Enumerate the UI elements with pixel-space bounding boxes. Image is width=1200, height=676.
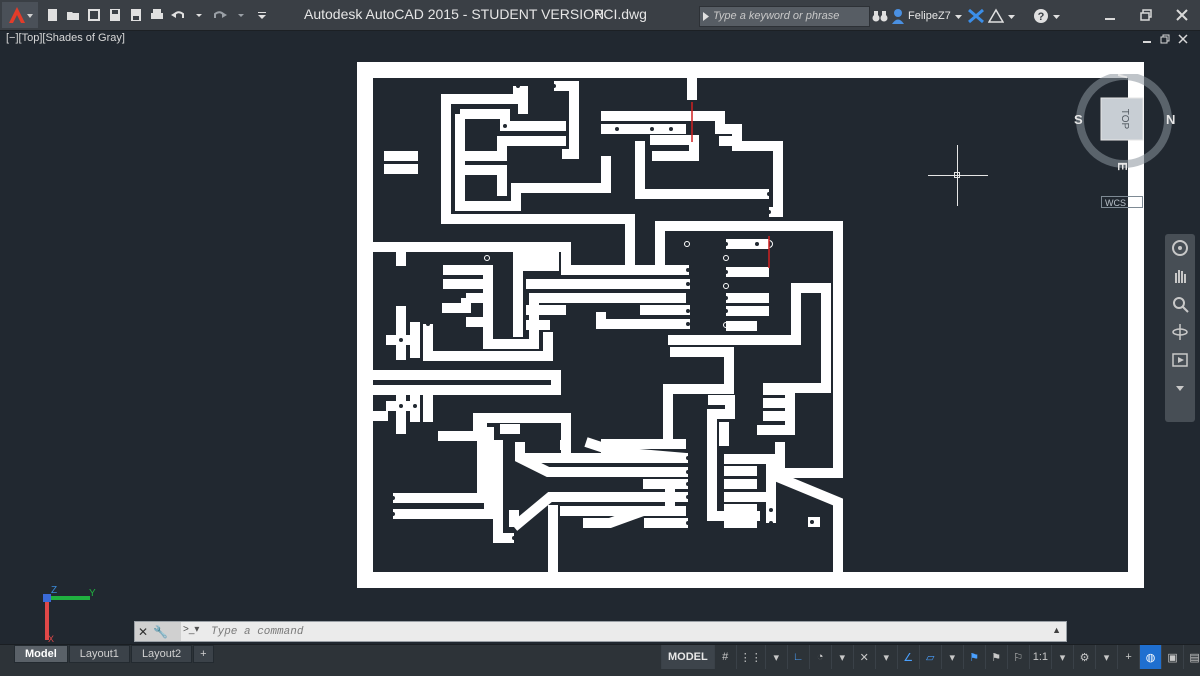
customize-command-icon[interactable]: 🔧 bbox=[153, 625, 168, 639]
status-toggles: MODEL # ⋮⋮ ▾ ∟ ◔ ▾ ✕ ▾ ∠ ▱ ▾ ⚑ ⚑ ⚐ 1:1 ▾… bbox=[661, 645, 1200, 669]
annotation-visibility-icon[interactable]: ⚑ bbox=[962, 645, 985, 669]
svg-text:X: X bbox=[48, 634, 54, 644]
wcs-menu[interactable]: WCS bbox=[1101, 196, 1143, 208]
object-snap-tracking-icon[interactable]: ∠ bbox=[896, 645, 919, 669]
add-scale-icon[interactable]: + bbox=[1117, 645, 1139, 669]
showmotion-icon[interactable] bbox=[1165, 346, 1195, 374]
zoom-extents-icon[interactable] bbox=[1165, 290, 1195, 318]
hardware-acceleration-icon[interactable]: ◍ bbox=[1139, 645, 1162, 669]
polar-dropdown-icon[interactable]: ▾ bbox=[830, 645, 853, 669]
compass-south-label[interactable]: S bbox=[1074, 112, 1083, 127]
tab-model[interactable]: Model bbox=[14, 645, 68, 663]
isodraft-icon[interactable]: ✕ bbox=[852, 645, 875, 669]
isodraft-dropdown-icon[interactable]: ▾ bbox=[874, 645, 897, 669]
model-space-button[interactable]: MODEL bbox=[661, 645, 714, 669]
annotation-scale-icon[interactable]: ⚐ bbox=[1006, 645, 1029, 669]
isolate-objects-icon[interactable]: ▣ bbox=[1161, 645, 1183, 669]
viewcube[interactable]: TOP S N E W bbox=[1068, 74, 1180, 186]
snap-icon[interactable]: ⋮⋮ bbox=[735, 645, 765, 669]
svg-text:Z: Z bbox=[51, 585, 57, 596]
grid-icon[interactable]: # bbox=[713, 645, 736, 669]
cursor-pickbox bbox=[954, 172, 960, 178]
svg-text:Y: Y bbox=[89, 588, 96, 599]
pan-icon[interactable] bbox=[1165, 262, 1195, 290]
pcb-traces bbox=[373, 78, 843, 572]
workspace-gear-icon[interactable]: ⚙ bbox=[1073, 645, 1095, 669]
layout-tabs: Model Layout1 Layout2 + bbox=[14, 645, 215, 663]
steering-wheel-icon[interactable] bbox=[1165, 234, 1195, 262]
status-bar: Model Layout1 Layout2 + MODEL # ⋮⋮ ▾ ∟ ◔… bbox=[0, 644, 1200, 676]
ucs-icon: Z Y X bbox=[43, 585, 96, 644]
add-layout-tab[interactable]: + bbox=[193, 645, 214, 663]
command-line-handle: ✕ 🔧 bbox=[135, 622, 181, 641]
object-snap-icon[interactable]: ▱ bbox=[918, 645, 941, 669]
navigation-bar bbox=[1165, 234, 1195, 422]
auto-scale-icon[interactable]: ⚑ bbox=[984, 645, 1007, 669]
viewcube-face-label: TOP bbox=[1119, 109, 1130, 130]
command-input[interactable] bbox=[211, 624, 1031, 639]
workspace-dropdown-icon[interactable]: ▾ bbox=[1095, 645, 1117, 669]
command-line: ✕ 🔧 >_▾ ▲ bbox=[134, 621, 1067, 642]
compass-west-label[interactable]: W bbox=[1115, 74, 1130, 79]
snap-dropdown-icon[interactable]: ▾ bbox=[764, 645, 787, 669]
annotation-scale-dropdown-icon[interactable]: ▾ bbox=[1051, 645, 1073, 669]
command-prompt-icon[interactable]: >_▾ bbox=[183, 624, 209, 639]
lock-ui-icon[interactable]: ▤ bbox=[1183, 645, 1200, 669]
object-snap-dropdown-icon[interactable]: ▾ bbox=[940, 645, 963, 669]
tab-layout1[interactable]: Layout1 bbox=[68, 645, 130, 663]
orbit-icon[interactable] bbox=[1165, 318, 1195, 346]
navbar-customize-icon[interactable] bbox=[1165, 374, 1195, 402]
compass-north-label[interactable]: N bbox=[1166, 112, 1175, 127]
tab-layout2[interactable]: Layout2 bbox=[130, 645, 193, 663]
close-command-icon[interactable]: ✕ bbox=[138, 625, 148, 639]
ortho-icon[interactable]: ∟ bbox=[786, 645, 809, 669]
polar-icon[interactable]: ◔ bbox=[808, 645, 831, 669]
annotation-scale-value[interactable]: 1:1 bbox=[1028, 645, 1051, 669]
command-history-icon[interactable]: ▲ bbox=[1052, 625, 1061, 635]
pcb-drawing-canvas[interactable] bbox=[0, 0, 1200, 675]
compass-east-label[interactable]: E bbox=[1115, 162, 1130, 171]
